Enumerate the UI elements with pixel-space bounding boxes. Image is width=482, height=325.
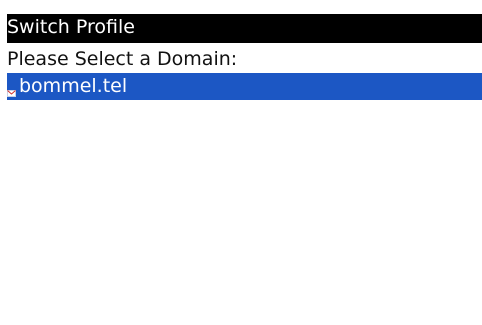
screen-title: Switch Profile: [7, 16, 135, 38]
envelope-icon: [7, 78, 16, 97]
domain-list: bommel.tel: [7, 73, 482, 325]
screen: Switch Profile Please Select a Domain: b…: [0, 0, 482, 325]
left-margin: [0, 14, 7, 325]
screen-header: Switch Profile: [7, 14, 482, 43]
domain-list-item[interactable]: bommel.tel: [7, 73, 482, 100]
top-margin: [0, 0, 482, 14]
domain-prompt: Please Select a Domain:: [7, 48, 238, 70]
domain-label: bommel.tel: [19, 75, 128, 97]
